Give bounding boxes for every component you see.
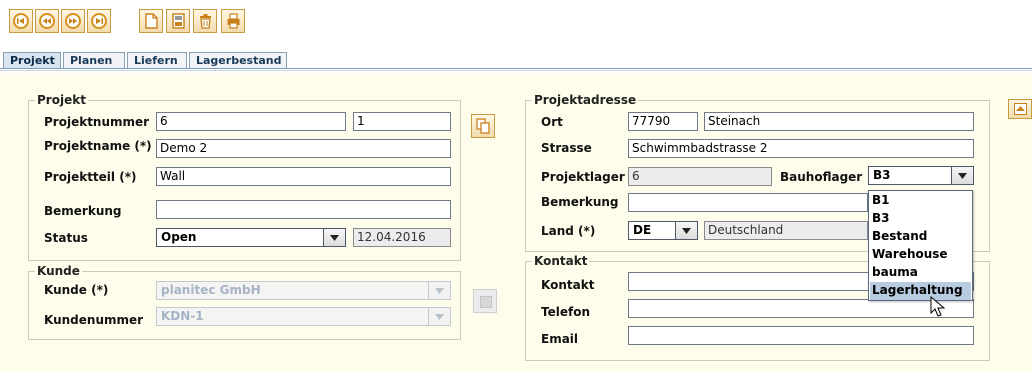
- plz-field[interactable]: 77790: [628, 112, 698, 131]
- projekt-group-title: Projekt: [35, 93, 88, 107]
- projektteil-label: Projektteil (*): [44, 170, 137, 184]
- kundennummer-select-value: KDN-1: [161, 309, 204, 323]
- kundennummer-label: Kundenummer: [44, 313, 144, 327]
- land-select[interactable]: DE: [628, 221, 698, 240]
- next-record-button[interactable]: [61, 9, 85, 33]
- chevron-down-icon: [428, 282, 450, 299]
- dropdown-option-bestand[interactable]: Bestand: [870, 228, 971, 246]
- chevron-down-icon: [323, 229, 345, 246]
- status-date-field: 12.04.2016: [353, 228, 451, 247]
- kontakt-label: Kontakt: [541, 278, 595, 292]
- dropdown-option-warehouse[interactable]: Warehouse: [870, 246, 971, 264]
- status-select[interactable]: Open: [156, 228, 346, 247]
- projektlager-label: Projektlager: [541, 170, 625, 184]
- bauhoflager-dropdown-list: B1 B3 Bestand Warehouse bauma Lagerhaltu…: [868, 190, 973, 301]
- bauhoflager-select-value: B3: [873, 168, 891, 182]
- kunde-group-title: Kunde: [35, 264, 82, 278]
- last-record-icon: [91, 13, 107, 29]
- projektteil-field[interactable]: Wall: [156, 167, 451, 186]
- tab-projekt[interactable]: Projekt: [3, 52, 61, 69]
- projektnummer-sub-field[interactable]: 1: [353, 112, 451, 131]
- ort-field[interactable]: Steinach: [704, 112, 974, 131]
- collapse-button[interactable]: [1008, 99, 1032, 119]
- projektadresse-group-title: Projektadresse: [532, 93, 639, 107]
- print-button[interactable]: [221, 9, 245, 33]
- print-icon: [227, 13, 240, 29]
- projektname-field[interactable]: Demo 2: [156, 139, 451, 158]
- tab-lagerbestand[interactable]: Lagerbestand: [189, 52, 287, 69]
- tab-planen[interactable]: Planen: [63, 52, 125, 69]
- tab-divider: [0, 68, 1032, 69]
- status-label: Status: [44, 231, 88, 245]
- status-select-value: Open: [161, 230, 197, 244]
- tab-divider-shadow: [0, 70, 1032, 71]
- delete-button[interactable]: [193, 9, 217, 33]
- email-field[interactable]: [628, 326, 974, 345]
- first-record-button[interactable]: [9, 9, 33, 33]
- bauhoflager-select[interactable]: B3: [868, 166, 974, 185]
- kontakt-group-title: Kontakt: [532, 254, 590, 268]
- new-button[interactable]: [139, 9, 163, 33]
- save-icon: [172, 13, 185, 29]
- kunde-action-button: [473, 289, 497, 313]
- adresse-bemerkung-field[interactable]: [628, 193, 868, 212]
- first-record-icon: [13, 13, 29, 29]
- placeholder-icon: [480, 296, 492, 308]
- tab-liefern[interactable]: Liefern: [127, 52, 187, 69]
- projektnummer-label: Projektnummer: [44, 115, 150, 129]
- kunde-select: planitec GmbH: [156, 281, 451, 300]
- previous-record-icon: [39, 13, 55, 29]
- save-button[interactable]: [166, 9, 190, 33]
- projektnummer-field[interactable]: 6: [156, 112, 346, 131]
- next-record-icon: [65, 13, 81, 29]
- kundennummer-select: KDN-1: [156, 307, 451, 326]
- telefon-label: Telefon: [541, 305, 590, 319]
- previous-record-button[interactable]: [35, 9, 59, 33]
- chevron-down-icon: [428, 308, 450, 325]
- adresse-bemerkung-label: Bemerkung: [541, 195, 619, 209]
- dropdown-option-b3[interactable]: B3: [870, 210, 971, 228]
- telefon-field[interactable]: [628, 299, 974, 318]
- ort-label: Ort: [541, 115, 563, 129]
- strasse-field[interactable]: Schwimmbadstrasse 2: [628, 139, 974, 158]
- strasse-label: Strasse: [541, 141, 592, 155]
- mouse-cursor-icon: [930, 296, 946, 317]
- delete-icon: [200, 14, 211, 29]
- projekt-bemerkung-field[interactable]: [156, 200, 451, 219]
- kunde-label: Kunde (*): [44, 283, 109, 297]
- dropdown-option-b1[interactable]: B1: [870, 192, 971, 210]
- land-name-field: Deutschland: [704, 221, 868, 240]
- chevron-down-icon: [675, 222, 697, 239]
- last-record-button[interactable]: [87, 9, 111, 33]
- land-select-value: DE: [633, 223, 652, 237]
- projektlager-field: 6: [628, 167, 772, 186]
- email-label: Email: [541, 332, 579, 346]
- bauhoflager-label: Bauhoflager: [780, 170, 863, 184]
- kunde-select-value: planitec GmbH: [161, 283, 261, 297]
- projektname-label: Projektname (*): [44, 139, 152, 153]
- collapse-up-icon: [1014, 103, 1027, 115]
- land-label: Land (*): [541, 224, 596, 238]
- dropdown-option-bauma[interactable]: bauma: [870, 264, 971, 282]
- projekt-bemerkung-label: Bemerkung: [44, 204, 122, 218]
- copy-projekt-button[interactable]: [471, 114, 495, 138]
- chevron-down-icon: [951, 167, 973, 184]
- copy-icon: [476, 118, 490, 134]
- dropdown-option-lagerhaltung[interactable]: Lagerhaltung: [870, 282, 971, 300]
- new-document-icon: [145, 13, 158, 29]
